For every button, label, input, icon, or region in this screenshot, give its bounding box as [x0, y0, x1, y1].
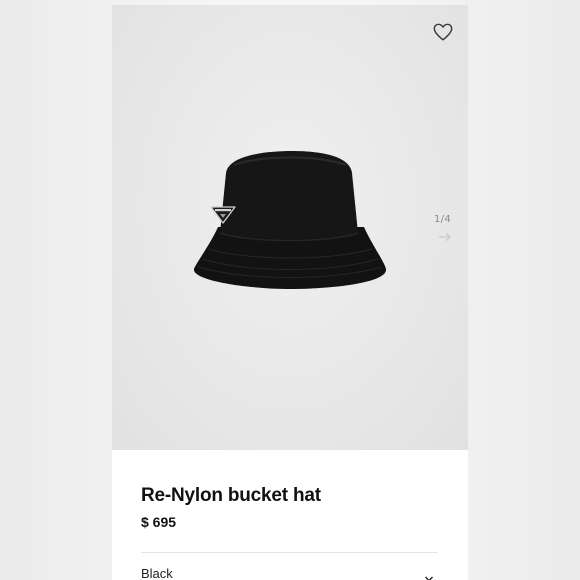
chevron-down-icon	[424, 570, 434, 580]
arrow-right-icon[interactable]	[438, 229, 452, 241]
heart-icon[interactable]	[432, 21, 454, 43]
product-page: 1/4 Re-Nylon bucket hat $ 695 Black	[112, 5, 468, 580]
color-value: Black	[141, 566, 173, 580]
product-info: Re-Nylon bucket hat $ 695 Black	[112, 450, 468, 580]
divider	[141, 552, 438, 553]
product-title: Re-Nylon bucket hat	[141, 485, 321, 506]
product-price: $ 695	[141, 514, 177, 530]
product-image-gallery[interactable]: 1/4	[112, 5, 468, 450]
image-counter: 1/4	[434, 214, 451, 225]
color-selector[interactable]: Black	[141, 560, 438, 580]
product-image	[190, 145, 390, 295]
